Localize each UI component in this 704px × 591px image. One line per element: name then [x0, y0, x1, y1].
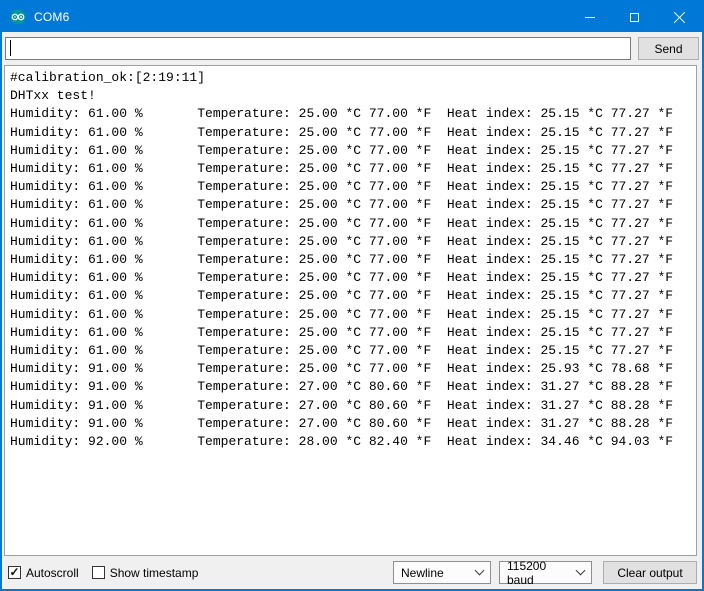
chevron-down-icon: [475, 566, 485, 576]
checkmark-icon[interactable]: [92, 566, 105, 579]
close-button[interactable]: [657, 2, 702, 32]
close-icon: [673, 11, 686, 24]
send-row: Send: [5, 37, 699, 60]
line-ending-value: Newline: [401, 566, 470, 580]
arduino-logo-icon: [10, 9, 26, 25]
minimize-button[interactable]: [567, 2, 612, 32]
line-ending-dropdown[interactable]: Newline: [393, 561, 491, 584]
status-bar: Autoscroll Show timestamp Newline 115200…: [8, 561, 697, 584]
maximize-button[interactable]: [612, 2, 657, 32]
text-caret: [10, 40, 11, 56]
serial-input[interactable]: [5, 37, 631, 60]
window-title: COM6: [34, 10, 69, 24]
serial-output-text: #calibration_ok:[2:19:11] DHTxx test! Hu…: [5, 66, 696, 451]
minimize-icon: [585, 17, 595, 18]
checkmark-icon[interactable]: [8, 566, 21, 579]
send-button[interactable]: Send: [638, 37, 699, 60]
serial-input-wrap: [5, 37, 631, 60]
autoscroll-checkbox[interactable]: Autoscroll: [8, 566, 79, 580]
show-timestamp-checkbox[interactable]: Show timestamp: [92, 566, 199, 580]
baud-rate-dropdown[interactable]: 115200 baud: [499, 561, 592, 584]
maximize-icon: [630, 13, 639, 22]
titlebar[interactable]: COM6: [2, 2, 702, 32]
serial-output-area[interactable]: #calibration_ok:[2:19:11] DHTxx test! Hu…: [4, 65, 697, 556]
serial-monitor-window: COM6 Send #calibration_ok:[2:19:11] DHTx…: [0, 0, 704, 591]
status-bar-right: Newline 115200 baud Clear output: [385, 561, 697, 584]
baud-rate-value: 115200 baud: [507, 559, 571, 587]
chevron-down-icon: [576, 566, 586, 576]
show-timestamp-label: Show timestamp: [110, 566, 199, 580]
clear-output-button[interactable]: Clear output: [603, 561, 697, 584]
window-controls: [567, 2, 702, 32]
autoscroll-label: Autoscroll: [26, 566, 79, 580]
